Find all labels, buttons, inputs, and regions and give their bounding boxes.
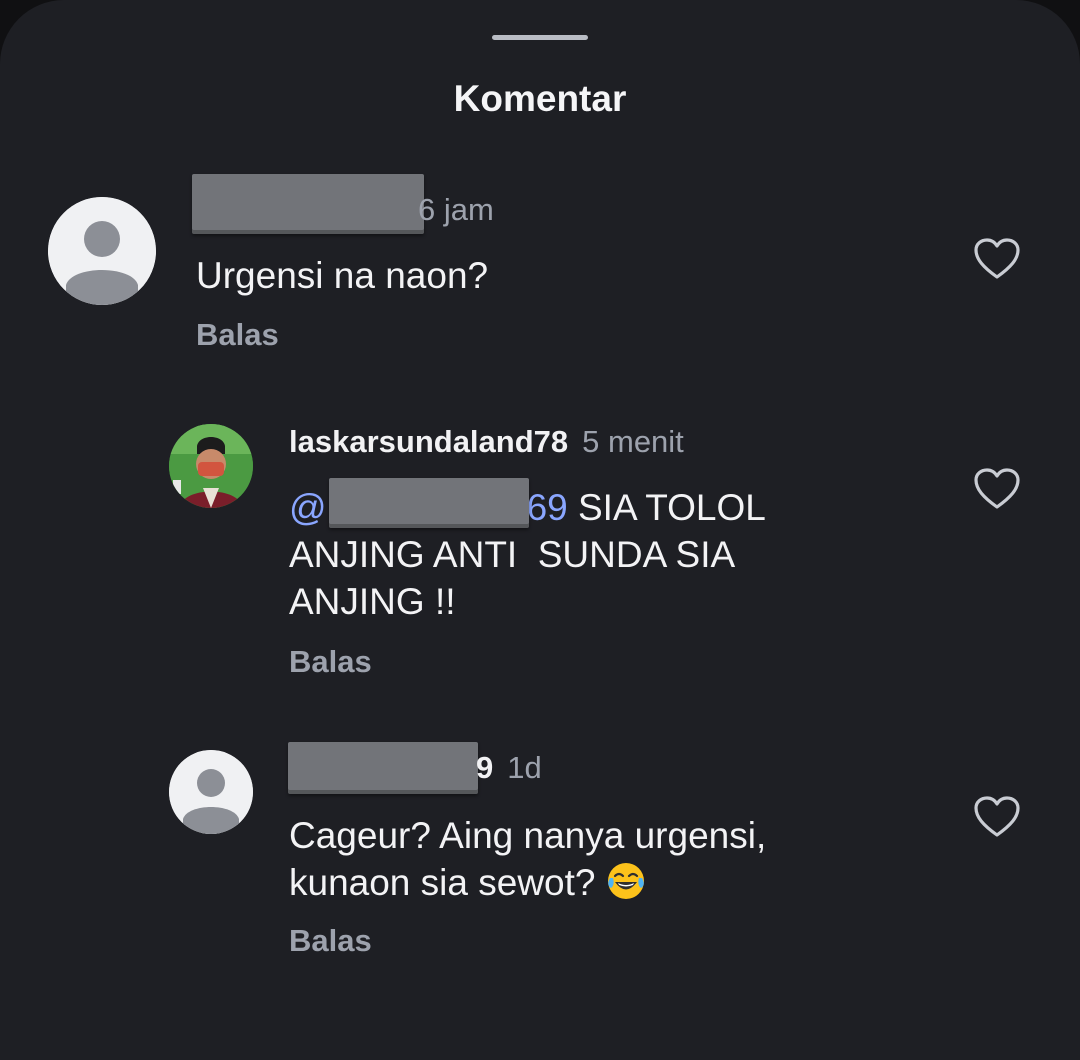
like-button[interactable]	[973, 237, 1021, 281]
reply-button[interactable]: Balas	[289, 644, 372, 680]
drag-handle[interactable]	[492, 35, 588, 40]
timestamp: 1d	[507, 750, 542, 785]
comment-line-2: kunaon sia sewot?	[289, 862, 606, 903]
avatar[interactable]	[169, 424, 253, 508]
like-button[interactable]	[973, 795, 1021, 839]
comments-sheet: Komentar 6 jam Urgensi na naon? Balas la…	[0, 0, 1080, 1060]
redacted-username	[288, 742, 478, 794]
heart-icon	[974, 468, 1020, 509]
heart-icon	[974, 238, 1020, 279]
comment-line-1: Cageur? Aing nanya urgensi,	[289, 815, 767, 856]
comment-text: Urgensi na naon?	[196, 255, 489, 296]
username[interactable]: laskarsundaland78	[289, 424, 568, 459]
like-button[interactable]	[973, 467, 1021, 511]
timestamp: 6 jam	[418, 192, 494, 227]
comment-text: Cageur? Aing nanya urgensi, kunaon sia s…	[289, 812, 766, 906]
mention-suffix: 69	[526, 487, 568, 528]
redacted-username	[192, 174, 424, 234]
redacted-mention	[329, 478, 529, 528]
default-avatar-icon	[48, 197, 156, 305]
username-suffix[interactable]: 9	[476, 750, 493, 785]
avatar[interactable]	[48, 197, 156, 305]
heart-icon	[974, 796, 1020, 837]
comment-meta: 9 1d	[476, 750, 542, 786]
avatar[interactable]	[169, 750, 253, 834]
timestamp: 5 menit	[582, 424, 684, 459]
sheet-title: Komentar	[453, 78, 627, 119]
default-avatar-icon	[169, 750, 253, 834]
face-with-tears-of-joy-icon	[606, 861, 646, 901]
comment-meta: 6 jam	[418, 192, 494, 228]
reply-button[interactable]: Balas	[289, 923, 372, 959]
reply-button[interactable]: Balas	[196, 317, 279, 353]
comment-meta: laskarsundaland78 5 menit	[289, 424, 684, 460]
profile-photo	[169, 424, 253, 508]
mention-prefix: @	[289, 487, 327, 528]
